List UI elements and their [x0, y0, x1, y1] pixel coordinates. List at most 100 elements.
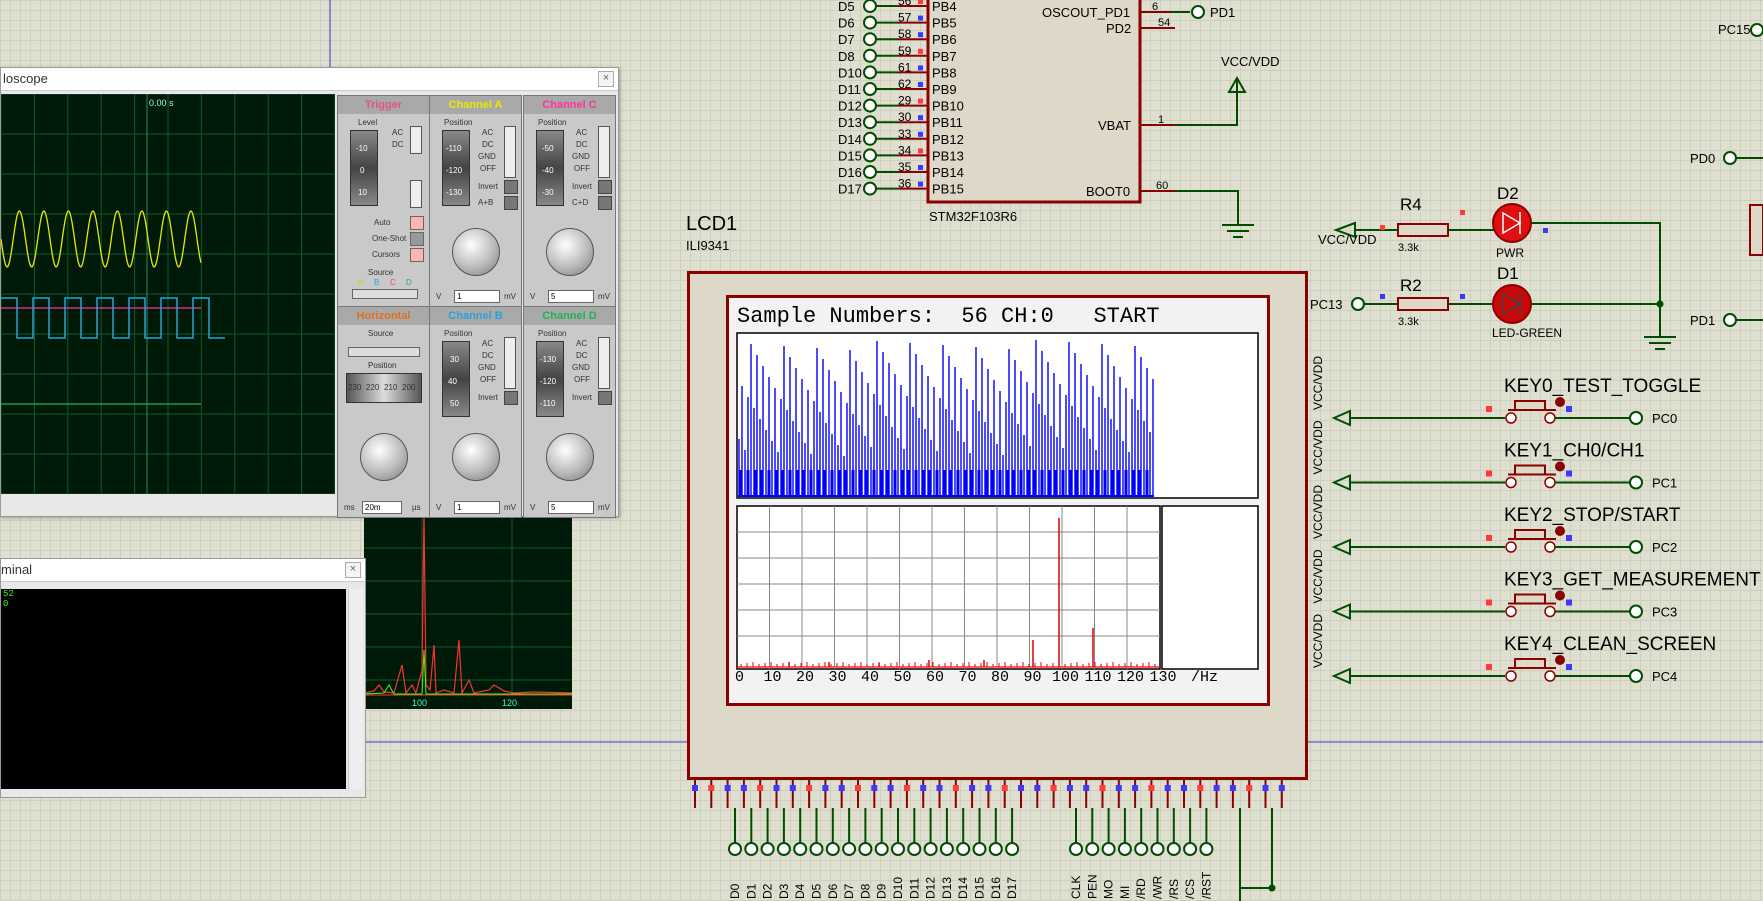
lcd-ctrl-terminal[interactable]: [1069, 842, 1083, 856]
mcu-net-label: D16: [838, 165, 862, 180]
virtual-terminal-window[interactable]: minal × 52 0: [0, 558, 366, 798]
channel-c-volts-knob[interactable]: [546, 228, 594, 276]
lcd-data-terminal[interactable]: [956, 842, 971, 856]
mcu-net-terminal[interactable]: [863, 65, 877, 80]
resistor-partial[interactable]: [1749, 204, 1763, 256]
r4-resistor[interactable]: [1397, 223, 1449, 237]
channel-b-volts-knob[interactable]: [452, 433, 500, 481]
channel-d-mode-switch[interactable]: [598, 337, 610, 389]
key-net-terminal[interactable]: [1629, 411, 1643, 425]
terminal-scrollbar[interactable]: [348, 589, 363, 789]
lcd-data-terminal[interactable]: [988, 842, 1003, 856]
channel-a-invert-button[interactable]: [504, 180, 518, 194]
lcd-data-terminal[interactable]: [874, 842, 889, 856]
cursors-button[interactable]: [410, 248, 424, 262]
pd1-right-terminal[interactable]: [1723, 313, 1737, 327]
lcd-ctrl-terminal[interactable]: [1166, 842, 1181, 856]
channel-b-invert-button[interactable]: [504, 391, 518, 405]
channel-a-tick-0: -110: [446, 144, 462, 153]
lcd-ctrl-terminal[interactable]: [1085, 842, 1100, 856]
key-button[interactable]: [1514, 529, 1546, 540]
key-button[interactable]: [1514, 658, 1546, 669]
mcu-net-label: D13: [838, 115, 862, 130]
terminal-output[interactable]: 52 0: [1, 589, 346, 789]
channel-a-volts-value[interactable]: 1: [454, 290, 500, 303]
mcu-net-terminal[interactable]: [863, 0, 877, 13]
d2-ref: D2: [1497, 184, 1519, 203]
lcd-data-terminal[interactable]: [907, 842, 922, 856]
d1-led-icon[interactable]: [1492, 284, 1532, 324]
channel-c-mode-switch[interactable]: [598, 126, 610, 178]
lcd-data-terminal[interactable]: [1005, 842, 1020, 856]
mcu-net-terminal[interactable]: [863, 15, 877, 30]
spectrum-window[interactable]: 100 120: [363, 514, 573, 709]
key-net-terminal[interactable]: [1629, 540, 1643, 554]
channel-d-volts-knob[interactable]: [546, 433, 594, 481]
mcu-net-terminal[interactable]: [863, 32, 877, 47]
lcd-data-terminal[interactable]: [825, 842, 840, 856]
key-button[interactable]: [1514, 593, 1546, 605]
mcu-net-terminal[interactable]: [863, 48, 877, 63]
lcd-ctrl-terminal[interactable]: [1117, 842, 1132, 856]
key-button[interactable]: [1514, 464, 1546, 476]
lcd-data-terminal[interactable]: [891, 842, 905, 856]
trigger-coupling-switch[interactable]: [410, 126, 422, 154]
channel-d-invert-button[interactable]: [598, 391, 612, 405]
pc13-terminal[interactable]: [1351, 297, 1365, 311]
trigger-level-label: Level: [358, 118, 378, 127]
trigger-edge-switch[interactable]: [410, 180, 422, 208]
mcu-net-terminal[interactable]: [863, 181, 877, 196]
channel-a-volts-knob[interactable]: [452, 228, 500, 276]
channel-a-mode-switch[interactable]: [504, 126, 516, 178]
pin-marker: [1486, 406, 1492, 412]
channel-c-invert-button[interactable]: [598, 180, 612, 194]
channel-c-combine-button[interactable]: [598, 196, 612, 210]
pc15-terminal[interactable]: [1750, 23, 1763, 37]
oscilloscope-window[interactable]: loscope × 0.00 s Trigger Level -10 0 10 …: [0, 67, 619, 518]
mcu-net-terminal[interactable]: [863, 131, 877, 146]
lcd-data-terminal[interactable]: [760, 842, 775, 856]
lcd-data-terminal[interactable]: [728, 842, 742, 856]
mcu-net-terminal[interactable]: [863, 98, 877, 113]
channel-c-volts-value[interactable]: 5: [548, 290, 594, 303]
lcd-ctrl-terminal[interactable]: [1101, 842, 1116, 856]
horizontal-time-value[interactable]: 20m: [362, 501, 402, 514]
pc13-label: PC13: [1310, 297, 1343, 312]
lcd-data-terminal[interactable]: [972, 842, 987, 856]
key-button[interactable]: [1514, 400, 1546, 411]
channel-b-mode-switch[interactable]: [504, 337, 516, 389]
lcd-ctrl-terminal[interactable]: [1183, 842, 1198, 856]
mcu-net-terminal[interactable]: [863, 148, 877, 163]
lcd-data-terminal[interactable]: [793, 842, 808, 856]
lcd-data-terminal[interactable]: [923, 842, 938, 856]
trigger-source-slider[interactable]: [352, 289, 418, 299]
close-icon[interactable]: ×: [598, 71, 614, 87]
mcu-net-terminal[interactable]: [863, 115, 877, 130]
mcu-net-terminal[interactable]: [863, 82, 877, 96]
lcd-ctrl-terminal[interactable]: [1150, 842, 1165, 856]
mcu-net-terminal[interactable]: [863, 165, 877, 179]
channel-d-volts-value[interactable]: 5: [548, 501, 594, 514]
one-shot-button[interactable]: [410, 232, 424, 246]
r2-resistor[interactable]: [1397, 297, 1449, 311]
lcd-data-terminal[interactable]: [842, 842, 857, 856]
lcd-ctrl-terminal[interactable]: [1199, 842, 1214, 856]
close-icon[interactable]: ×: [345, 562, 361, 578]
key-net-terminal[interactable]: [1629, 669, 1643, 683]
lcd-data-terminal[interactable]: [776, 842, 791, 856]
key-net-terminal[interactable]: [1629, 604, 1643, 619]
horizontal-time-knob[interactable]: [360, 433, 408, 481]
channel-b-volts-value[interactable]: 1: [454, 501, 500, 514]
horizontal-source-slider[interactable]: [348, 347, 420, 357]
pd0-terminal[interactable]: [1723, 151, 1737, 165]
auto-button[interactable]: [410, 216, 424, 230]
d2-led-icon[interactable]: [1492, 203, 1532, 243]
pd1-terminal[interactable]: [1191, 5, 1205, 19]
lcd-ctrl-terminal[interactable]: [1134, 842, 1149, 856]
lcd-data-terminal[interactable]: [809, 842, 824, 856]
lcd-data-terminal[interactable]: [744, 842, 759, 856]
lcd-data-terminal[interactable]: [939, 842, 954, 856]
channel-a-combine-button[interactable]: [504, 196, 518, 210]
lcd-data-terminal[interactable]: [858, 842, 873, 856]
key-net-terminal[interactable]: [1629, 475, 1643, 490]
